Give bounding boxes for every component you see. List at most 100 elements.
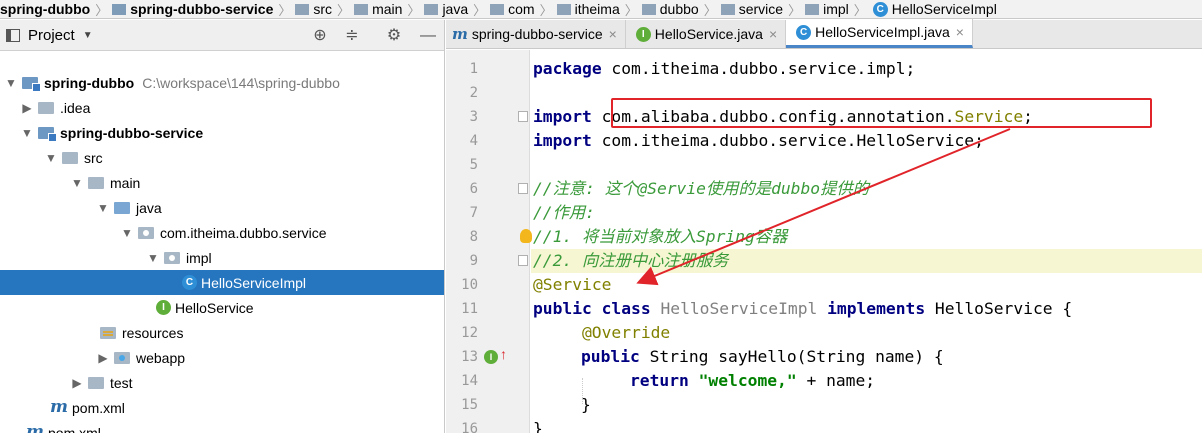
chevron-right-icon[interactable]: ▶ xyxy=(70,376,84,390)
tree-item[interactable]: m pom.xml xyxy=(0,420,444,433)
tree-item[interactable]: ▶ .idea xyxy=(0,95,444,120)
tree-item[interactable]: ▼ spring-dubbo-service xyxy=(0,120,444,145)
collapse-icon[interactable]: ≑ xyxy=(342,26,362,46)
module-icon xyxy=(38,126,57,142)
breadcrumb-item[interactable]: impl 〉 xyxy=(803,0,869,18)
chevron-right-icon: 〉 xyxy=(788,2,802,18)
ide-window: spring-dubbo 〉 spring-dubbo-service 〉 src 〉 ma… xyxy=(0,0,1202,433)
breadcrumb-item[interactable]: java 〉 xyxy=(422,0,488,18)
editor-tab[interactable]: I HelloService.java × xyxy=(626,20,787,48)
maven-icon: m xyxy=(26,422,44,433)
code-text: com.itheima.dubbo.service.impl; xyxy=(601,59,916,78)
chevron-right-icon: 〉 xyxy=(278,2,292,18)
breadcrumb: spring-dubbo 〉 spring-dubbo-service 〉 src 〉 ma… xyxy=(0,0,1202,19)
breadcrumb-item[interactable]: C HelloServiceImpl xyxy=(869,0,999,18)
keyword: import xyxy=(533,131,592,150)
folder-icon xyxy=(88,376,104,389)
chevron-right-icon: 〉 xyxy=(539,2,553,18)
line-number: 2 xyxy=(469,85,478,101)
fold-marker-icon[interactable] xyxy=(518,255,528,266)
breadcrumb-item[interactable]: dubbo 〉 xyxy=(640,0,719,18)
code-line-1: package com.itheima.dubbo.service.impl; xyxy=(533,57,915,81)
keyword: class xyxy=(591,299,651,318)
keyword: public xyxy=(581,347,640,366)
tree-item[interactable]: ▼ impl xyxy=(0,245,444,270)
chevron-right-icon: 〉 xyxy=(473,2,487,18)
tree-item[interactable]: ▼ com.itheima.dubbo.service xyxy=(0,220,444,245)
tree-item-label: pom.xml xyxy=(72,399,125,416)
chevron-right-icon[interactable]: ▶ xyxy=(20,101,34,115)
maven-icon: m xyxy=(452,25,468,43)
keyword: public xyxy=(533,299,592,318)
folder-icon xyxy=(295,3,310,15)
chevron-down-icon[interactable]: ▼ xyxy=(4,76,18,90)
tree-item-label: spring-dubbo xyxy=(44,74,135,91)
code-line-11: public class HelloServiceImpl implements… xyxy=(533,297,1072,321)
hide-icon[interactable]: — xyxy=(418,26,438,46)
tree-item[interactable]: ▼ main xyxy=(0,170,444,195)
chevron-down-icon[interactable]: ▼ xyxy=(70,176,84,190)
tree-item[interactable]: ▼ java xyxy=(0,195,444,220)
interface-icon: I xyxy=(156,300,171,315)
project-panel-header[interactable]: Project ▼ ⊕ ≑ ⚙ — xyxy=(0,20,444,51)
chevron-down-icon[interactable]: ▼ xyxy=(120,226,134,240)
fold-marker-icon[interactable] xyxy=(518,183,528,194)
code-text: + name; xyxy=(796,371,876,390)
breadcrumb-item[interactable]: spring-dubbo-service 〉 xyxy=(110,0,293,18)
lightbulb-icon[interactable] xyxy=(520,229,532,243)
breadcrumb-item[interactable]: service 〉 xyxy=(719,0,803,18)
keyword: implements xyxy=(817,299,926,318)
code-line-8: //1. 将当前对象放入Spring容器 xyxy=(533,227,788,246)
implements-icon[interactable]: I xyxy=(484,350,498,364)
line-number: 5 xyxy=(469,157,478,173)
class-icon: C xyxy=(872,1,888,17)
breadcrumb-item[interactable]: spring-dubbo 〉 xyxy=(0,0,110,18)
chevron-right-icon[interactable]: ▶ xyxy=(96,351,110,365)
breadcrumb-item[interactable]: main 〉 xyxy=(352,0,422,18)
editor-tab[interactable]: m spring-dubbo-service × xyxy=(446,20,626,48)
close-icon[interactable]: × xyxy=(609,26,617,42)
chevron-right-icon: 〉 xyxy=(337,2,351,18)
tree-item[interactable]: C HelloServiceImpl xyxy=(0,270,444,295)
chevron-down-icon[interactable]: ▼ xyxy=(83,30,93,41)
tab-label: HelloServiceImpl.java xyxy=(815,24,950,40)
chevron-right-icon: 〉 xyxy=(624,2,638,18)
class-icon: C xyxy=(796,24,812,40)
folder-icon xyxy=(354,3,369,15)
target-icon[interactable]: ⊕ xyxy=(310,26,330,46)
tree-item[interactable]: ▼ spring-dubbo C:\workspace\144\spring-dub… xyxy=(0,70,444,95)
line-number: 14 xyxy=(461,373,478,389)
close-icon[interactable]: × xyxy=(769,26,777,42)
tree-item[interactable]: ▼ src xyxy=(0,145,444,170)
gear-icon[interactable]: ⚙ xyxy=(384,26,404,46)
tree-item[interactable]: m pom.xml xyxy=(0,395,444,420)
tree-item[interactable]: ▶ webapp xyxy=(0,345,444,370)
breadcrumb-label: service xyxy=(738,1,784,17)
editor-tab[interactable]: C HelloServiceImpl.java × xyxy=(786,19,973,48)
line-number: 13 xyxy=(461,349,478,365)
tree-item[interactable]: ▶ test xyxy=(0,370,444,395)
tree-item[interactable]: I HelloService xyxy=(0,295,444,320)
breadcrumb-label: itheima xyxy=(574,1,620,17)
chevron-down-icon[interactable]: ▼ xyxy=(20,126,34,140)
chevron-down-icon[interactable]: ▼ xyxy=(96,201,110,215)
resources-folder-icon xyxy=(100,326,116,339)
tree-item[interactable]: resources xyxy=(0,320,444,345)
tree-item-label: main xyxy=(110,174,141,191)
chevron-down-icon[interactable]: ▼ xyxy=(146,251,160,265)
breadcrumb-item[interactable]: com 〉 xyxy=(488,0,554,18)
close-icon[interactable]: × xyxy=(956,24,964,40)
keyword: import xyxy=(533,107,592,126)
tree-item-label: resources xyxy=(122,324,184,341)
package-icon xyxy=(138,226,154,239)
chevron-right-icon: 〉 xyxy=(95,2,109,18)
code-line-16: } xyxy=(533,419,543,433)
import-highlight-box xyxy=(611,98,1152,128)
project-panel: Project ▼ ⊕ ≑ ⚙ — ▼ spring-dubbo C:\worksp… xyxy=(0,20,445,433)
fold-marker-icon[interactable] xyxy=(518,111,528,122)
chevron-down-icon[interactable]: ▼ xyxy=(44,151,58,165)
breadcrumb-item[interactable]: src 〉 xyxy=(293,0,352,18)
code-line-4: import com.itheima.dubbo.service.HelloSe… xyxy=(533,129,984,153)
maven-icon: m xyxy=(50,397,68,417)
breadcrumb-item[interactable]: itheima 〉 xyxy=(555,0,640,18)
